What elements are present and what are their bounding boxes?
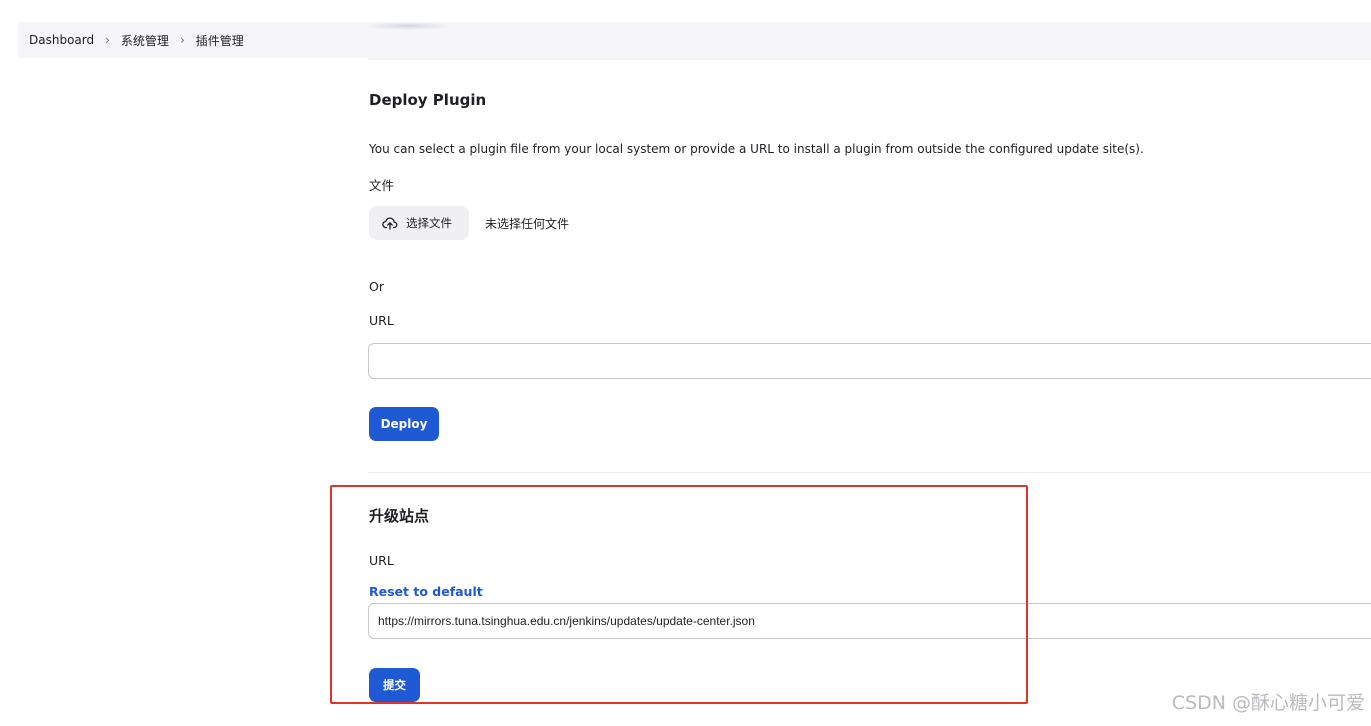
- file-status: 未选择任何文件: [485, 217, 570, 231]
- annotation-highlight-box: [330, 485, 1028, 704]
- cloud-upload-icon: [382, 215, 398, 231]
- deploy-url-label: URL: [369, 313, 394, 328]
- decorative-glow: [363, 22, 453, 30]
- chevron-right-icon: ›: [105, 33, 110, 47]
- breadcrumb: Dashboard › 系统管理 › 插件管理: [18, 22, 1371, 58]
- deploy-url-input[interactable]: [368, 343, 1371, 379]
- file-label: 文件: [369, 178, 395, 193]
- choose-file-label: 选择文件: [406, 216, 452, 230]
- chevron-right-icon: ›: [179, 33, 185, 47]
- choose-file-button[interactable]: 选择文件: [369, 206, 469, 240]
- watermark: CSDN @酥心糖小可爱: [1171, 692, 1365, 714]
- breadcrumb-item-system-management[interactable]: 系统管理: [121, 32, 169, 49]
- deploy-plugin-title: Deploy Plugin: [369, 91, 487, 109]
- deploy-plugin-description: You can select a plugin file from your l…: [369, 142, 1144, 156]
- header-divider: [368, 58, 1371, 60]
- breadcrumb-item-plugin-management[interactable]: 插件管理: [196, 32, 244, 49]
- breadcrumb-item-dashboard[interactable]: Dashboard: [29, 33, 94, 47]
- or-label: Or: [369, 279, 384, 294]
- deploy-button[interactable]: Deploy: [369, 407, 439, 441]
- section-divider: [368, 472, 1371, 473]
